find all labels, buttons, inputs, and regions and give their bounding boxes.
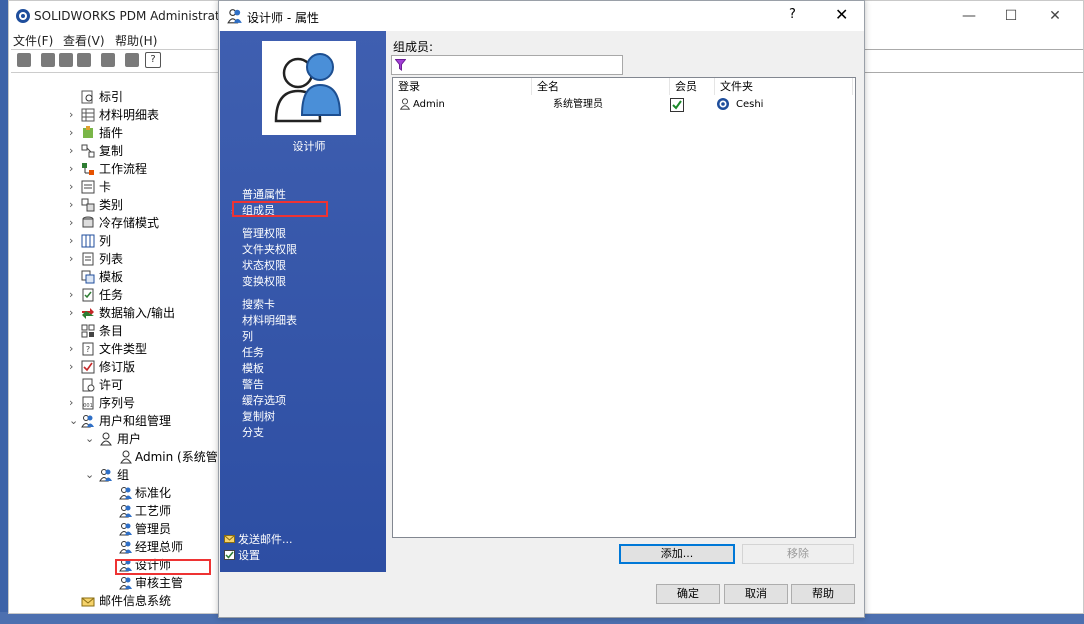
index-icon: [81, 90, 93, 104]
group-picture: [262, 41, 356, 135]
members-list[interactable]: 登录 全名 会员 文件夹 Admin 系统管理员 Ceshi: [392, 77, 856, 538]
main-window-title: SOLIDWORKS PDM Administration: [34, 9, 238, 23]
cell-fullname: 系统管理员: [553, 99, 603, 110]
card-icon: [81, 180, 95, 194]
nav-transition-permissions[interactable]: 变换权限: [242, 273, 286, 289]
vault-folder-icon: [717, 98, 729, 110]
menu-view[interactable]: 查看(V): [63, 32, 105, 49]
nav-tasks[interactable]: 任务: [242, 344, 264, 360]
mail-icon: [81, 597, 95, 607]
cancel-button[interactable]: 取消: [724, 584, 788, 604]
nav-general-properties[interactable]: 普通属性: [242, 186, 286, 202]
dialog-title-bar: 设计师 - 属性 ? ✕: [219, 1, 864, 31]
column-header-folder[interactable]: 文件夹: [715, 78, 853, 95]
mail-icon: [224, 535, 235, 543]
ok-button[interactable]: 确定: [656, 584, 720, 604]
group-icon: [119, 505, 132, 518]
dialog-navigation-panel: 设计师 普通属性 › 组成员 管理权限 文件夹权限 状态权限 变换权限 搜索卡 …: [220, 31, 386, 572]
nav-copy-tree[interactable]: 复制树: [242, 408, 275, 424]
group-icon: [119, 541, 132, 554]
column-icon: [81, 234, 95, 248]
dialog-close-button[interactable]: ✕: [835, 5, 848, 24]
group-icon: [119, 523, 132, 536]
pdm-app-icon: [16, 9, 30, 23]
menu-help[interactable]: 帮助(H): [115, 32, 157, 49]
column-header-login[interactable]: 登录: [393, 78, 532, 95]
user-icon: [100, 432, 112, 446]
nav-state-permissions[interactable]: 状态权限: [242, 257, 286, 273]
members-label: 组成员:: [393, 40, 434, 54]
toolbar-copy-icon[interactable]: [59, 53, 73, 67]
cell-login: Admin: [413, 99, 445, 110]
nav-warnings[interactable]: 警告: [242, 376, 264, 392]
remove-member-button[interactable]: 移除: [742, 544, 854, 564]
cell-folder: Ceshi: [736, 99, 764, 110]
toolbar-paste-icon[interactable]: [77, 53, 91, 67]
task-icon: [82, 288, 94, 302]
users-groups-icon: [81, 415, 94, 428]
item-icon: [81, 324, 95, 338]
nav-cache-options[interactable]: 缓存选项: [242, 392, 286, 408]
serial-icon: 001: [82, 396, 94, 410]
group-icon: [119, 487, 132, 500]
member-filter-input[interactable]: [391, 55, 623, 75]
toolbar: ?: [11, 49, 219, 73]
revision-icon: [81, 360, 95, 374]
nav-templates[interactable]: 模板: [242, 360, 264, 376]
toolbar-print-icon[interactable]: [125, 53, 139, 67]
group-picture-label: 设计师: [292, 140, 326, 153]
close-button[interactable]: ✕: [1035, 5, 1075, 27]
data-io-icon: [82, 308, 94, 319]
group-icon: [99, 469, 112, 482]
user-icon: [399, 98, 411, 110]
nav-columns[interactable]: 列: [242, 328, 253, 344]
help-button[interactable]: 帮助: [791, 584, 855, 604]
desktop-wallpaper-left: [0, 0, 8, 624]
workflow-icon: [82, 163, 94, 175]
toolbar-undo-icon[interactable]: [101, 53, 115, 67]
svg-text:001: 001: [83, 403, 93, 409]
svg-text:?: ?: [86, 345, 90, 354]
file-type-icon: ?: [82, 342, 94, 356]
highlight-box-tree: [115, 559, 211, 575]
settings-link[interactable]: 设置: [224, 547, 260, 563]
column-header-member[interactable]: 会员: [670, 78, 715, 95]
addin-icon: [83, 126, 93, 138]
nav-search-cards[interactable]: 搜索卡: [242, 296, 275, 312]
license-icon: [82, 378, 95, 392]
highlight-box-nav: [232, 201, 328, 217]
copy-icon: [81, 144, 95, 158]
toolbar-help-icon[interactable]: ?: [145, 52, 161, 68]
send-mail-link[interactable]: 发送邮件...: [224, 531, 293, 547]
list-icon: [82, 252, 94, 266]
template-icon: [81, 270, 95, 284]
group-icon: [119, 577, 132, 590]
toolbar-cut-icon[interactable]: [41, 53, 55, 67]
right-pane-header: [865, 49, 1083, 73]
group-icon: [227, 9, 242, 24]
nav-bom[interactable]: 材料明细表: [242, 312, 297, 328]
minimize-button[interactable]: —: [949, 5, 989, 27]
add-member-button[interactable]: 添加...: [619, 544, 735, 564]
group-large-icon: [274, 53, 342, 123]
dialog-help-button[interactable]: ?: [789, 7, 796, 22]
maximize-button[interactable]: ☐: [991, 5, 1031, 27]
properties-dialog: 设计师 - 属性 ? ✕ 设计师 普通属性 › 组成员 管理权限 文件夹权限 状…: [218, 0, 865, 618]
toolbar-properties-icon[interactable]: [17, 53, 31, 67]
nav-branch[interactable]: 分支: [242, 424, 264, 440]
column-header-fullname[interactable]: 全名: [532, 78, 670, 95]
settings-check-icon: [224, 550, 235, 560]
cold-storage-icon: [82, 216, 94, 228]
category-icon: [81, 198, 95, 212]
filter-icon: [395, 59, 406, 71]
nav-folder-permissions[interactable]: 文件夹权限: [242, 241, 297, 257]
user-icon: [120, 450, 132, 464]
dialog-title: 设计师 - 属性: [247, 11, 319, 25]
nav-admin-permissions[interactable]: 管理权限: [242, 225, 286, 241]
bom-icon: [81, 108, 95, 122]
menu-file[interactable]: 文件(F): [13, 32, 53, 49]
member-checkbox[interactable]: [670, 98, 684, 112]
